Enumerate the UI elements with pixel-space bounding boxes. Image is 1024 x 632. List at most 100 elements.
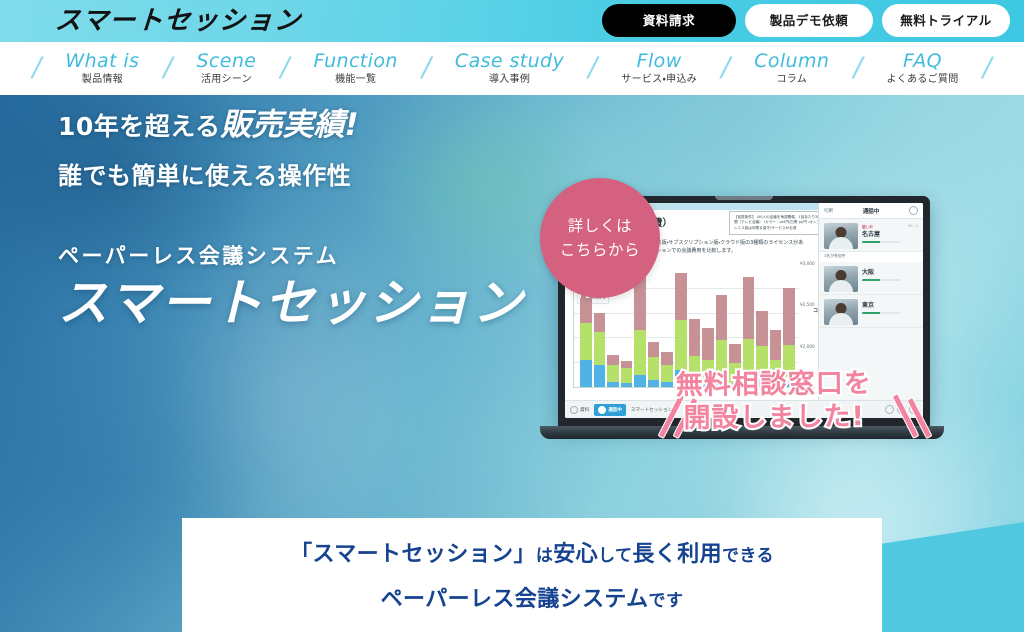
chart-bar-segment xyxy=(756,311,768,347)
chart-bar-segment xyxy=(647,379,660,387)
chart-bar-segment xyxy=(647,357,660,380)
nav-separator-icon: / xyxy=(32,52,42,83)
nav-separator-icon: / xyxy=(721,52,731,83)
nav-separator-icon: / xyxy=(588,52,598,83)
free-consultation-banner: 無料相談窓口を 開設しました! xyxy=(674,366,874,436)
settings-icon[interactable] xyxy=(885,405,894,414)
chart-bar xyxy=(661,263,673,387)
chart-bar xyxy=(647,263,660,387)
chart-bar-segment xyxy=(647,342,660,358)
nav-label-en: What is xyxy=(65,49,140,72)
chart-bar-segment xyxy=(607,364,619,383)
circle-icon xyxy=(598,405,607,414)
badge-line-1: 詳しくは xyxy=(567,217,633,235)
nav-label-ja: 機能一覧 xyxy=(335,73,377,85)
intro-product-category: ペーパーレス会議システム xyxy=(380,587,649,612)
chart-bar-segment xyxy=(580,297,592,323)
toolbar-chip-label: 資料 xyxy=(580,407,590,413)
intro-statement-card: 「スマートセッション」は安心して長く利用できる ペーパーレス会議システムです xyxy=(182,518,882,632)
site-logo[interactable]: スマートセッション xyxy=(54,2,303,40)
participant-meta: 東京 xyxy=(862,299,918,314)
banner-line-1: 無料相談窓口を xyxy=(674,366,874,403)
participant-name: 東京 xyxy=(862,302,875,309)
nav-item-faq[interactable]: FAQ よくあるご質問 xyxy=(864,49,980,87)
header-action-buttons: 資料請求 製品デモ依頼 無料トライアル xyxy=(602,4,1010,37)
intro-particle-wa: は xyxy=(535,546,554,566)
chart-bar-segment xyxy=(620,368,633,384)
participant-row[interactable]: 話し中 名古屋 99 : 1 xyxy=(819,219,923,252)
nav-item-scene[interactable]: Scene 活用シーン xyxy=(174,49,278,87)
chart-y-tick: ¥3,000 xyxy=(800,261,815,266)
badge-line-2: こちらから xyxy=(559,241,641,259)
nav-label-en: FAQ xyxy=(903,49,942,72)
nav-label-ja: コラム xyxy=(776,73,808,85)
hero-copy: 10年を超える販売実績! 誰でも簡単に使える操作性 ペーパーレス会議システム ス… xyxy=(58,108,525,332)
toolbar-chip-app-name: スマートセッション xyxy=(631,407,672,413)
banner-line-2: 開設しました! xyxy=(681,399,867,436)
chart-bar-segment xyxy=(634,329,646,375)
nav-label-ja: 導入事例 xyxy=(488,73,531,85)
intro-line-2: ペーパーレス会議システムです xyxy=(381,578,684,623)
chart-bar-segment xyxy=(729,343,741,364)
participant-video-thumbnail xyxy=(824,266,858,292)
intro-line-1: 「スマートセッション」は安心して長く利用できる xyxy=(290,533,774,578)
chart-bar-segment xyxy=(580,359,592,387)
chart-bar-segment xyxy=(783,287,795,345)
chart-bar-segment xyxy=(593,332,606,365)
nav-label-ja: 製品情報 xyxy=(81,73,123,85)
nav-label-en: Scene xyxy=(196,49,257,72)
participant-audio-level xyxy=(862,241,902,243)
chart-bar-segment xyxy=(593,312,606,333)
hero-headline-prefix: 10年を超える xyxy=(58,112,221,141)
nav-item-case-study[interactable]: Case study 導入事例 xyxy=(433,49,586,87)
intro-word-riyou: 利用 xyxy=(677,542,722,567)
nav-item-flow[interactable]: Flow サービス・申込み xyxy=(599,49,719,87)
participant-row[interactable]: 東京 xyxy=(819,295,923,328)
participant-counter: 99 : 1 xyxy=(908,224,918,228)
toolbar-chip-materials[interactable]: 資料 xyxy=(570,405,590,414)
intro-word-dekiru: できる xyxy=(722,546,774,566)
nav-label-en: Flow xyxy=(636,49,682,72)
site-header: スマートセッション 資料請求 製品デモ依頼 無料トライアル xyxy=(0,0,1024,42)
chart-bar-segment xyxy=(742,276,755,339)
nav-separator-icon: / xyxy=(421,52,431,83)
participant-audio-level xyxy=(862,312,902,314)
chart-bar-segment xyxy=(661,364,673,383)
nav-item-function[interactable]: Function 機能一覧 xyxy=(292,49,420,87)
intro-word-nagaku: 長く xyxy=(632,542,678,567)
panel-title: 通話中 xyxy=(862,208,880,215)
nav-item-column[interactable]: Column コラム xyxy=(732,49,851,87)
main-navigation: / What is 製品情報 / Scene 活用シーン / Function … xyxy=(0,42,1024,95)
chart-y-tick: ¥2,000 xyxy=(800,343,815,349)
details-cta-badge[interactable]: 詳しくは こちらから xyxy=(540,178,660,298)
request-materials-button[interactable]: 資料請求 xyxy=(602,4,736,37)
nav-label-ja: 活用シーン xyxy=(200,73,252,85)
nav-separator-icon: / xyxy=(280,52,290,83)
nav-item-what-is[interactable]: What is 製品情報 xyxy=(43,49,161,87)
participant-video-thumbnail xyxy=(824,299,858,325)
slide-note-box: 【前提条件】 ・50人の会議を毎週開催、1回あたり2時間（テレビ会議） ・カラー… xyxy=(729,211,827,236)
product-demo-request-button[interactable]: 製品デモ依頼 xyxy=(745,4,873,37)
intro-brand-quoted: 「スマートセッション」 xyxy=(290,542,536,567)
intro-copula: です xyxy=(648,591,684,611)
chart-bar-segment xyxy=(661,352,673,365)
nav-label-ja: よくあるご質問 xyxy=(886,73,959,85)
intro-word-shite: して xyxy=(598,546,633,566)
nav-label-en: Column xyxy=(754,49,830,72)
toolbar-chip-label: 通話中 xyxy=(608,407,622,413)
panel-status-icon[interactable] xyxy=(909,206,918,215)
chart-bar-segment xyxy=(769,329,782,360)
chart-bar-segment xyxy=(688,318,701,357)
circle-icon xyxy=(570,405,578,414)
nav-label-en: Case study xyxy=(454,49,565,72)
hero-subtitle: ペーパーレス会議システム xyxy=(58,244,340,268)
nav-label-en: Function xyxy=(313,49,398,72)
chart-bar-segment xyxy=(661,382,673,387)
chart-bar-segment xyxy=(593,364,606,387)
participant-row[interactable]: 大阪 xyxy=(819,262,923,295)
chart-bar-segment xyxy=(702,327,714,360)
participant-audio-level xyxy=(862,279,902,281)
toolbar-chip-in-call[interactable]: 通話中 xyxy=(594,403,626,416)
free-trial-button[interactable]: 無料トライアル xyxy=(882,4,1010,37)
panel-disconnect-label[interactable]: 切断 xyxy=(824,208,833,214)
